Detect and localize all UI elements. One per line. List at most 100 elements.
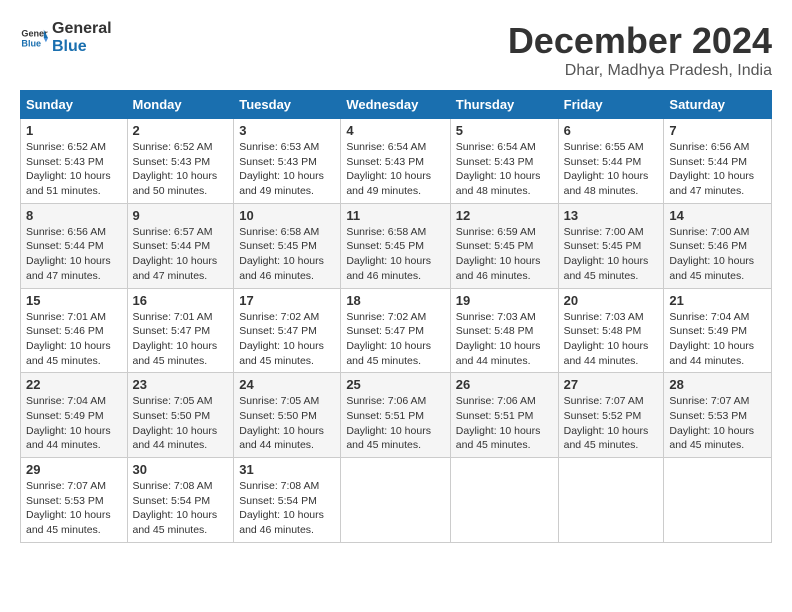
day-info: Sunrise: 7:08 AM Sunset: 5:54 PM Dayligh… (133, 480, 218, 536)
day-info: Sunrise: 6:57 AM Sunset: 5:44 PM Dayligh… (133, 226, 218, 282)
day-number: 15 (26, 293, 122, 308)
day-number: 31 (239, 462, 335, 477)
calendar-week-row: 1 Sunrise: 6:52 AM Sunset: 5:43 PM Dayli… (21, 119, 772, 204)
table-row: 15 Sunrise: 7:01 AM Sunset: 5:46 PM Dayl… (21, 288, 128, 373)
day-info: Sunrise: 6:54 AM Sunset: 5:43 PM Dayligh… (456, 141, 541, 197)
day-info: Sunrise: 6:58 AM Sunset: 5:45 PM Dayligh… (346, 226, 431, 282)
table-row (558, 458, 664, 543)
day-info: Sunrise: 6:55 AM Sunset: 5:44 PM Dayligh… (564, 141, 649, 197)
table-row: 31 Sunrise: 7:08 AM Sunset: 5:54 PM Dayl… (234, 458, 341, 543)
day-number: 17 (239, 293, 335, 308)
day-info: Sunrise: 7:07 AM Sunset: 5:52 PM Dayligh… (564, 395, 649, 451)
day-info: Sunrise: 7:04 AM Sunset: 5:49 PM Dayligh… (26, 395, 111, 451)
table-row: 27 Sunrise: 7:07 AM Sunset: 5:52 PM Dayl… (558, 373, 664, 458)
weekday-header-row: Sunday Monday Tuesday Wednesday Thursday… (21, 91, 772, 119)
table-row: 23 Sunrise: 7:05 AM Sunset: 5:50 PM Dayl… (127, 373, 234, 458)
header-thursday: Thursday (450, 91, 558, 119)
day-number: 12 (456, 208, 553, 223)
table-row: 20 Sunrise: 7:03 AM Sunset: 5:48 PM Dayl… (558, 288, 664, 373)
logo-blue-text: Blue (52, 38, 112, 56)
day-number: 28 (669, 377, 766, 392)
calendar-header: General Blue General Blue December 2024 … (20, 20, 772, 80)
day-number: 23 (133, 377, 229, 392)
day-number: 21 (669, 293, 766, 308)
table-row: 12 Sunrise: 6:59 AM Sunset: 5:45 PM Dayl… (450, 203, 558, 288)
table-row: 19 Sunrise: 7:03 AM Sunset: 5:48 PM Dayl… (450, 288, 558, 373)
day-info: Sunrise: 7:06 AM Sunset: 5:51 PM Dayligh… (346, 395, 431, 451)
table-row: 26 Sunrise: 7:06 AM Sunset: 5:51 PM Dayl… (450, 373, 558, 458)
table-row: 28 Sunrise: 7:07 AM Sunset: 5:53 PM Dayl… (664, 373, 772, 458)
header-wednesday: Wednesday (341, 91, 450, 119)
day-info: Sunrise: 6:56 AM Sunset: 5:44 PM Dayligh… (26, 226, 111, 282)
day-info: Sunrise: 7:01 AM Sunset: 5:47 PM Dayligh… (133, 311, 218, 367)
table-row: 21 Sunrise: 7:04 AM Sunset: 5:49 PM Dayl… (664, 288, 772, 373)
day-number: 25 (346, 377, 444, 392)
table-row: 7 Sunrise: 6:56 AM Sunset: 5:44 PM Dayli… (664, 119, 772, 204)
day-number: 7 (669, 123, 766, 138)
day-number: 8 (26, 208, 122, 223)
logo: General Blue General Blue (20, 20, 112, 55)
day-info: Sunrise: 6:56 AM Sunset: 5:44 PM Dayligh… (669, 141, 754, 197)
day-number: 2 (133, 123, 229, 138)
day-info: Sunrise: 7:00 AM Sunset: 5:46 PM Dayligh… (669, 226, 754, 282)
day-number: 14 (669, 208, 766, 223)
day-number: 4 (346, 123, 444, 138)
table-row (341, 458, 450, 543)
table-row: 14 Sunrise: 7:00 AM Sunset: 5:46 PM Dayl… (664, 203, 772, 288)
logo-general-text: General (52, 20, 112, 38)
day-number: 20 (564, 293, 659, 308)
day-number: 9 (133, 208, 229, 223)
header-saturday: Saturday (664, 91, 772, 119)
day-number: 27 (564, 377, 659, 392)
calendar-week-row: 8 Sunrise: 6:56 AM Sunset: 5:44 PM Dayli… (21, 203, 772, 288)
day-number: 10 (239, 208, 335, 223)
day-info: Sunrise: 6:58 AM Sunset: 5:45 PM Dayligh… (239, 226, 324, 282)
table-row: 2 Sunrise: 6:52 AM Sunset: 5:43 PM Dayli… (127, 119, 234, 204)
table-row: 24 Sunrise: 7:05 AM Sunset: 5:50 PM Dayl… (234, 373, 341, 458)
table-row: 1 Sunrise: 6:52 AM Sunset: 5:43 PM Dayli… (21, 119, 128, 204)
day-info: Sunrise: 6:53 AM Sunset: 5:43 PM Dayligh… (239, 141, 324, 197)
day-info: Sunrise: 7:02 AM Sunset: 5:47 PM Dayligh… (346, 311, 431, 367)
table-row: 25 Sunrise: 7:06 AM Sunset: 5:51 PM Dayl… (341, 373, 450, 458)
day-info: Sunrise: 7:08 AM Sunset: 5:54 PM Dayligh… (239, 480, 324, 536)
table-row: 22 Sunrise: 7:04 AM Sunset: 5:49 PM Dayl… (21, 373, 128, 458)
table-row: 3 Sunrise: 6:53 AM Sunset: 5:43 PM Dayli… (234, 119, 341, 204)
day-info: Sunrise: 7:01 AM Sunset: 5:46 PM Dayligh… (26, 311, 111, 367)
table-row: 9 Sunrise: 6:57 AM Sunset: 5:44 PM Dayli… (127, 203, 234, 288)
header-tuesday: Tuesday (234, 91, 341, 119)
day-info: Sunrise: 6:59 AM Sunset: 5:45 PM Dayligh… (456, 226, 541, 282)
table-row: 10 Sunrise: 6:58 AM Sunset: 5:45 PM Dayl… (234, 203, 341, 288)
day-info: Sunrise: 6:54 AM Sunset: 5:43 PM Dayligh… (346, 141, 431, 197)
day-number: 19 (456, 293, 553, 308)
day-number: 18 (346, 293, 444, 308)
day-number: 13 (564, 208, 659, 223)
day-info: Sunrise: 7:00 AM Sunset: 5:45 PM Dayligh… (564, 226, 649, 282)
day-number: 5 (456, 123, 553, 138)
day-info: Sunrise: 7:06 AM Sunset: 5:51 PM Dayligh… (456, 395, 541, 451)
table-row (664, 458, 772, 543)
logo-icon: General Blue (20, 24, 48, 52)
day-info: Sunrise: 6:52 AM Sunset: 5:43 PM Dayligh… (26, 141, 111, 197)
day-number: 22 (26, 377, 122, 392)
day-info: Sunrise: 7:03 AM Sunset: 5:48 PM Dayligh… (564, 311, 649, 367)
title-area: December 2024 Dhar, Madhya Pradesh, Indi… (508, 20, 772, 80)
calendar-title: December 2024 (508, 20, 772, 62)
calendar-subtitle: Dhar, Madhya Pradesh, India (508, 62, 772, 80)
day-info: Sunrise: 7:07 AM Sunset: 5:53 PM Dayligh… (669, 395, 754, 451)
header-monday: Monday (127, 91, 234, 119)
day-number: 30 (133, 462, 229, 477)
day-info: Sunrise: 6:52 AM Sunset: 5:43 PM Dayligh… (133, 141, 218, 197)
table-row: 11 Sunrise: 6:58 AM Sunset: 5:45 PM Dayl… (341, 203, 450, 288)
header-sunday: Sunday (21, 91, 128, 119)
day-info: Sunrise: 7:02 AM Sunset: 5:47 PM Dayligh… (239, 311, 324, 367)
table-row: 4 Sunrise: 6:54 AM Sunset: 5:43 PM Dayli… (341, 119, 450, 204)
svg-text:Blue: Blue (21, 38, 41, 48)
day-number: 11 (346, 208, 444, 223)
day-number: 26 (456, 377, 553, 392)
table-row: 16 Sunrise: 7:01 AM Sunset: 5:47 PM Dayl… (127, 288, 234, 373)
table-row: 30 Sunrise: 7:08 AM Sunset: 5:54 PM Dayl… (127, 458, 234, 543)
day-info: Sunrise: 7:04 AM Sunset: 5:49 PM Dayligh… (669, 311, 754, 367)
table-row (450, 458, 558, 543)
table-row: 8 Sunrise: 6:56 AM Sunset: 5:44 PM Dayli… (21, 203, 128, 288)
calendar-week-row: 15 Sunrise: 7:01 AM Sunset: 5:46 PM Dayl… (21, 288, 772, 373)
